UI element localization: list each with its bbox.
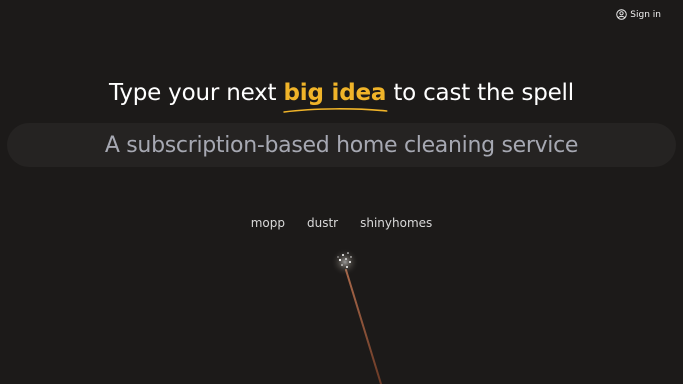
accent-underline-icon — [282, 108, 387, 113]
headline-prefix: Type your next — [109, 80, 277, 106]
wand-stick — [345, 269, 382, 384]
idea-input[interactable] — [7, 123, 676, 167]
headline-accent-text: big idea — [283, 80, 387, 106]
sign-in-label: Sign in — [630, 9, 661, 20]
suggestion-item[interactable]: dustr — [307, 216, 338, 230]
suggestion-item[interactable]: shinyhomes — [360, 216, 432, 230]
wand-sparkles — [337, 252, 352, 268]
magic-wand-icon — [331, 248, 382, 384]
headline-accent: big idea — [282, 80, 387, 113]
suggestion-item[interactable]: mopp — [251, 216, 285, 230]
name-suggestions: mopp dustr shinyhomes — [0, 216, 683, 230]
sign-in-button[interactable]: Sign in — [616, 9, 661, 20]
idea-input-container[interactable] — [7, 123, 676, 167]
wand-glow — [331, 248, 359, 276]
headline-suffix: to cast the spell — [393, 80, 574, 106]
user-circle-icon — [616, 9, 628, 20]
hero-headline: Type your next big idea to cast the spel… — [0, 80, 683, 113]
